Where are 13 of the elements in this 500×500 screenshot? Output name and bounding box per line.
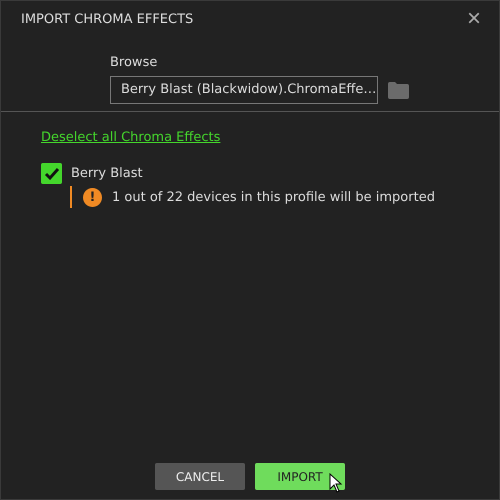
import-button[interactable]: IMPORT [255,463,345,490]
warning-icon: ! [83,188,102,206]
warning-text: 1 out of 22 devices in this profile will be imported [112,190,435,204]
cancel-button[interactable]: CANCEL [155,463,245,490]
file-path-field[interactable]: Berry Blast (Blackwidow).ChromaEffe… [110,76,378,104]
deselect-all-link[interactable]: Deselect all Chroma Effects [41,130,220,145]
browse-label: Browse [110,55,158,70]
mouse-pointer-icon [329,473,343,493]
dialog-title: IMPORT CHROMA EFFECTS [21,12,194,26]
checkbox[interactable] [41,163,62,184]
effect-name: Berry Blast [71,166,143,181]
folder-icon[interactable] [388,82,409,98]
close-button[interactable]: × [466,9,481,29]
